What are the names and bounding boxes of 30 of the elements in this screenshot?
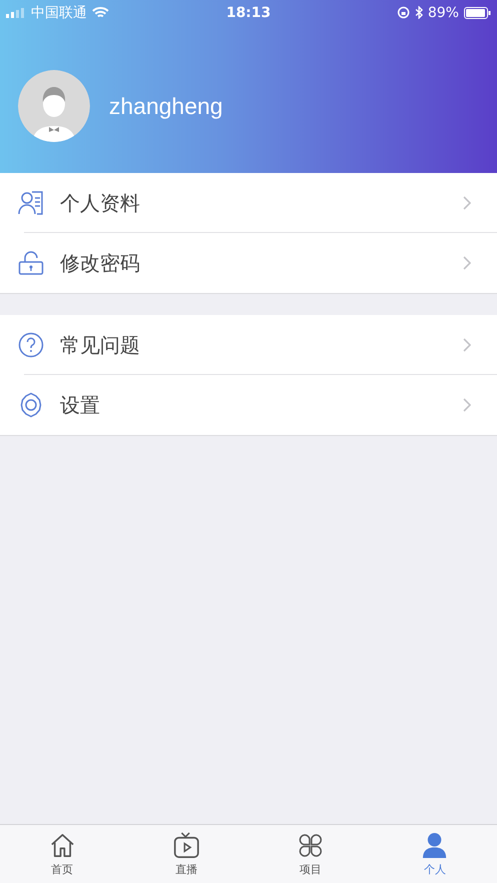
chevron-icon (463, 398, 471, 412)
help-icon (18, 332, 44, 358)
signal-icon (6, 8, 26, 18)
person-icon (421, 832, 448, 858)
menu-item[interactable]: 修改密码 (0, 233, 497, 293)
rotation-lock-icon (396, 6, 410, 19)
contact-card-icon (18, 190, 44, 216)
status-time: 18:13 (226, 4, 271, 20)
grid-icon (297, 832, 324, 858)
menu-item[interactable]: 常见问题 (0, 315, 497, 375)
tab[interactable]: 直播 (124, 825, 248, 883)
battery-percent: 89% (428, 4, 459, 20)
lock-icon (18, 250, 44, 276)
tab[interactable]: 个人 (372, 825, 497, 883)
wifi-icon (92, 6, 109, 18)
avatar-drawing[interactable] (18, 70, 90, 142)
chevron-icon (463, 338, 471, 352)
chevron-icon (463, 196, 471, 210)
username: zhangheng (109, 92, 223, 120)
chevron-icon (463, 256, 471, 270)
home-icon (48, 832, 76, 858)
battery-icon (464, 6, 491, 18)
tab[interactable]: 项目 (248, 825, 373, 883)
settings-icon (18, 392, 44, 418)
bluetooth-icon (414, 6, 423, 19)
menu-item[interactable]: 个人资料 (0, 173, 497, 233)
tab[interactable]: 首页 (0, 825, 124, 883)
carrier-name: 中国联通 (31, 4, 87, 22)
menu-item[interactable]: 设置 (0, 375, 497, 435)
tv-icon (172, 832, 200, 858)
